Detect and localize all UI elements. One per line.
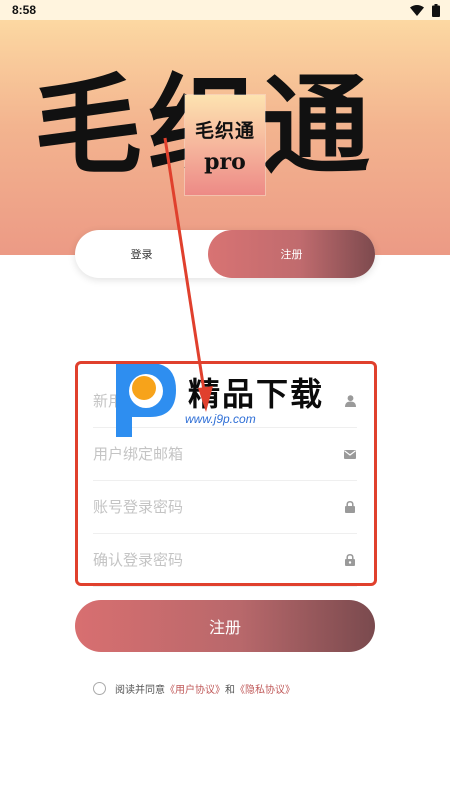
lock-icon [343,553,357,567]
logo-subtitle: pro [204,148,246,175]
confirm-password-input[interactable] [93,551,323,569]
agreement-checkbox[interactable] [93,682,106,695]
auth-tabs: 登录 注册 [75,230,375,278]
agreement-row: 阅读并同意 《用户协议》 和 《隐私协议》 [93,681,295,696]
tab-register[interactable]: 注册 [208,230,375,278]
tab-login[interactable]: 登录 [75,230,208,278]
status-bar: 8:58 [0,0,450,20]
privacy-agreement-link[interactable]: 《隐私协议》 [235,681,295,696]
mail-icon [343,447,357,461]
battery-icon [432,3,440,17]
watermark-url: www.j9p.com [185,412,256,426]
wifi-icon [410,4,424,16]
hero-banner: 毛织通 毛织通 pro [0,20,450,255]
watermark-text: 精品下载 [188,375,325,413]
password-field-row [93,481,357,534]
app-logo: 毛织通 pro [185,95,265,195]
agreement-prefix: 阅读并同意 [115,685,165,696]
email-input[interactable] [93,445,323,463]
lock-icon [343,500,357,514]
status-icons [410,3,440,17]
status-time: 8:58 [12,3,37,17]
user-agreement-link[interactable]: 《用户协议》 [165,681,225,696]
register-submit-button[interactable]: 注册 [75,600,375,652]
agreement-conjunction: 和 [225,685,235,696]
watermark: 精品下载 www.j9p.com [100,357,360,437]
password-input[interactable] [93,498,323,516]
logo-title: 毛织通 [194,119,255,142]
confirm-password-field-row [93,534,357,587]
watermark-logo-icon [116,363,176,437]
